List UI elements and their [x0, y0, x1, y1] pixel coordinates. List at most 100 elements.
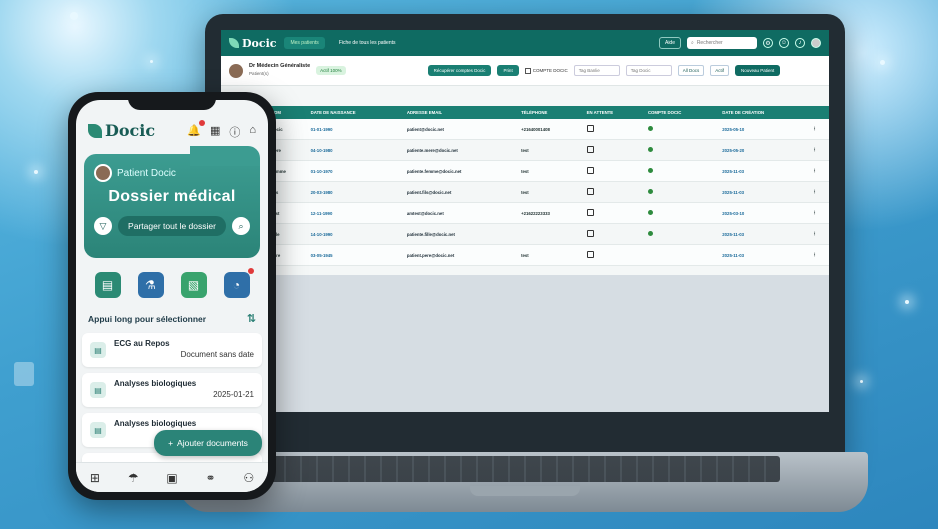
help-button[interactable]: Aide [658, 37, 681, 49]
table-row[interactable]: PatienteMere04-10-1980patiente.mere@doci… [221, 139, 829, 161]
tab-mes-patients[interactable]: Mes patients [284, 37, 325, 49]
row-menu-icon[interactable]: ⋮ [809, 244, 829, 266]
row-menu-icon[interactable]: ⋮ [809, 181, 829, 203]
report-icon[interactable]: ▤ [94, 272, 121, 298]
filter-icon[interactable]: ▽ [94, 217, 112, 235]
nav-link-icon[interactable]: ⚭ [205, 471, 215, 485]
row-menu-icon[interactable]: ⋮ [809, 139, 829, 161]
pending-checkbox[interactable] [586, 125, 594, 132]
cell-email: amtest@docic.net [403, 202, 519, 224]
user-icon[interactable]: ☺ [779, 38, 789, 48]
medical-record-card: Patient Docic Dossier médical ▽ Partager… [84, 146, 260, 258]
settings-icon[interactable]: ⚙ [763, 38, 773, 48]
pending-checkbox[interactable] [586, 251, 594, 258]
patient-name: Patient Docic [117, 167, 176, 179]
pending-checkbox[interactable] [586, 188, 594, 195]
col-email[interactable]: ADRESSE EMAIL [404, 106, 518, 119]
leaf-icon [229, 38, 239, 48]
document-icon: ▤ [90, 342, 106, 358]
history-icon[interactable]: ◔ [223, 268, 254, 298]
all-docs-button[interactable]: All Docs [677, 65, 705, 76]
document-icon[interactable]: ▧ [180, 272, 207, 298]
avatar[interactable] [811, 38, 821, 48]
col-docic-account[interactable]: COMPTE DOCIC [645, 106, 719, 119]
cell-phone: test [518, 244, 584, 266]
row-menu-icon[interactable]: ⋮ [809, 119, 829, 140]
search-input[interactable]: ⌕ Rechercher [687, 37, 757, 49]
docic-status-dot [647, 189, 653, 194]
app-logo: Docic [229, 37, 276, 50]
quick-actions: ▤ ⚗ ▧ ◔ [86, 268, 258, 298]
list-item[interactable]: ▤ ECG au Repos Document sans date [82, 333, 262, 367]
cell-email: patient.pere@docic.net [403, 244, 519, 266]
cell-birth-date: 12-11-1990 [307, 202, 404, 224]
docic-status-dot [647, 231, 653, 236]
row-menu-icon[interactable]: ⋮ [809, 202, 829, 224]
docic-account-checkbox[interactable]: COMPTE DOCIC [524, 67, 568, 74]
search-icon: ⌕ [691, 40, 694, 46]
pending-checkbox[interactable] [586, 167, 594, 174]
add-documents-button[interactable]: + Ajouter documents [154, 430, 262, 456]
search-icon[interactable]: ⌕ [232, 217, 250, 235]
col-phone[interactable]: TÉLÉPHONE [518, 106, 584, 119]
cell-email: patiente.femme@docic.net [403, 160, 519, 182]
col-pending[interactable]: EN ATTENTE [584, 106, 645, 119]
table-row[interactable]: PatientDocic01-01-1990patient@docic.net+… [221, 119, 829, 140]
notification-icon[interactable]: 🔔 [187, 120, 205, 140]
print-button[interactable]: Print [497, 65, 519, 76]
cell-phone: test [518, 181, 584, 203]
table-row[interactable]: Test12-11-1990amtest@docic.net+216222233… [221, 202, 829, 224]
col-created[interactable]: DATE DE CRÉATION [719, 106, 809, 119]
status-badge: Actif 100% [316, 66, 346, 75]
info-icon[interactable]: ⓘ [229, 124, 240, 140]
cell-birth-date: 04-10-1980 [307, 139, 404, 161]
phone-logo: Docic [88, 121, 155, 140]
tag-select-2[interactable]: Tag Docic [625, 65, 672, 76]
cell-email: patient@docic.net [403, 119, 519, 140]
merge-accounts-button[interactable]: Récupérer comptes Docic [427, 65, 492, 76]
row-menu-icon[interactable]: ⋮ [809, 160, 829, 182]
new-patient-button[interactable]: Nouveau Patient [735, 65, 781, 76]
page-title: Dossier médical [108, 188, 236, 205]
empty-area [221, 275, 829, 412]
list-item[interactable]: ▤ Analyses biologiques 2025-01-21 [82, 373, 262, 407]
document-date: Document sans date [180, 350, 254, 359]
tag-select-1[interactable]: Tag Banlie [573, 65, 620, 76]
cell-birth-date: 14-10-1990 [307, 223, 404, 245]
table-row[interactable]: Pere03-05-1945patient.pere@docic.nettest… [221, 244, 829, 266]
bell-icon[interactable]: ♪ [795, 38, 805, 48]
document-icon: ▤ [90, 382, 106, 398]
table-row[interactable]: PatientFils20-03-1980patient.fils@docic.… [221, 181, 829, 203]
col-birth-date[interactable]: DATE DE NAISSANCE [308, 106, 404, 119]
cell-email: patiente.fille@docic.net [403, 223, 519, 245]
avatar [94, 164, 112, 182]
laptop-notch [470, 486, 580, 496]
pending-checkbox[interactable] [586, 230, 594, 237]
pending-checkbox[interactable] [586, 209, 594, 216]
selection-hint: Appui long pour sélectionner ⇅ [88, 312, 256, 325]
sort-icon[interactable]: ⇅ [247, 312, 256, 325]
laptop-keyboard [270, 456, 780, 482]
share-all-button[interactable]: Partager tout le dossier [118, 216, 226, 236]
calendar-icon[interactable]: ▦ [210, 124, 220, 140]
pending-checkbox[interactable] [586, 146, 594, 153]
cell-phone [518, 223, 584, 245]
plus-icon: + [168, 438, 174, 448]
nav-family-icon[interactable]: ⚇ [243, 471, 254, 485]
nav-umbrella-icon[interactable]: ☂ [128, 471, 139, 485]
nav-folder-icon[interactable]: ⊞ [90, 471, 100, 485]
cell-created: 2025-11-03 [719, 181, 810, 203]
docic-status-dot [647, 168, 653, 173]
row-menu-icon[interactable]: ⋮ [809, 223, 829, 245]
tab-all-patients[interactable]: Fiche de tous les patients [333, 37, 402, 49]
document-name: Analyses biologiques [114, 419, 197, 429]
status-filter[interactable]: Actif [710, 65, 729, 76]
building-icon[interactable]: ⌂ [249, 124, 256, 140]
table-row[interactable]: PatienteFemme01-10-1970patiente.femme@do… [221, 160, 829, 182]
lab-flask-icon[interactable]: ⚗ [137, 272, 164, 298]
table-row[interactable]: Fille14-10-1990patiente.fille@docic.net2… [221, 223, 829, 245]
cell-created: 2025-05-10 [719, 119, 810, 140]
nav-card-icon[interactable]: ▣ [166, 471, 177, 485]
leaf-icon [88, 123, 102, 138]
table-header: PRÉNOM NOM DATE DE NAISSANCE ADRESSE EMA… [221, 106, 829, 119]
